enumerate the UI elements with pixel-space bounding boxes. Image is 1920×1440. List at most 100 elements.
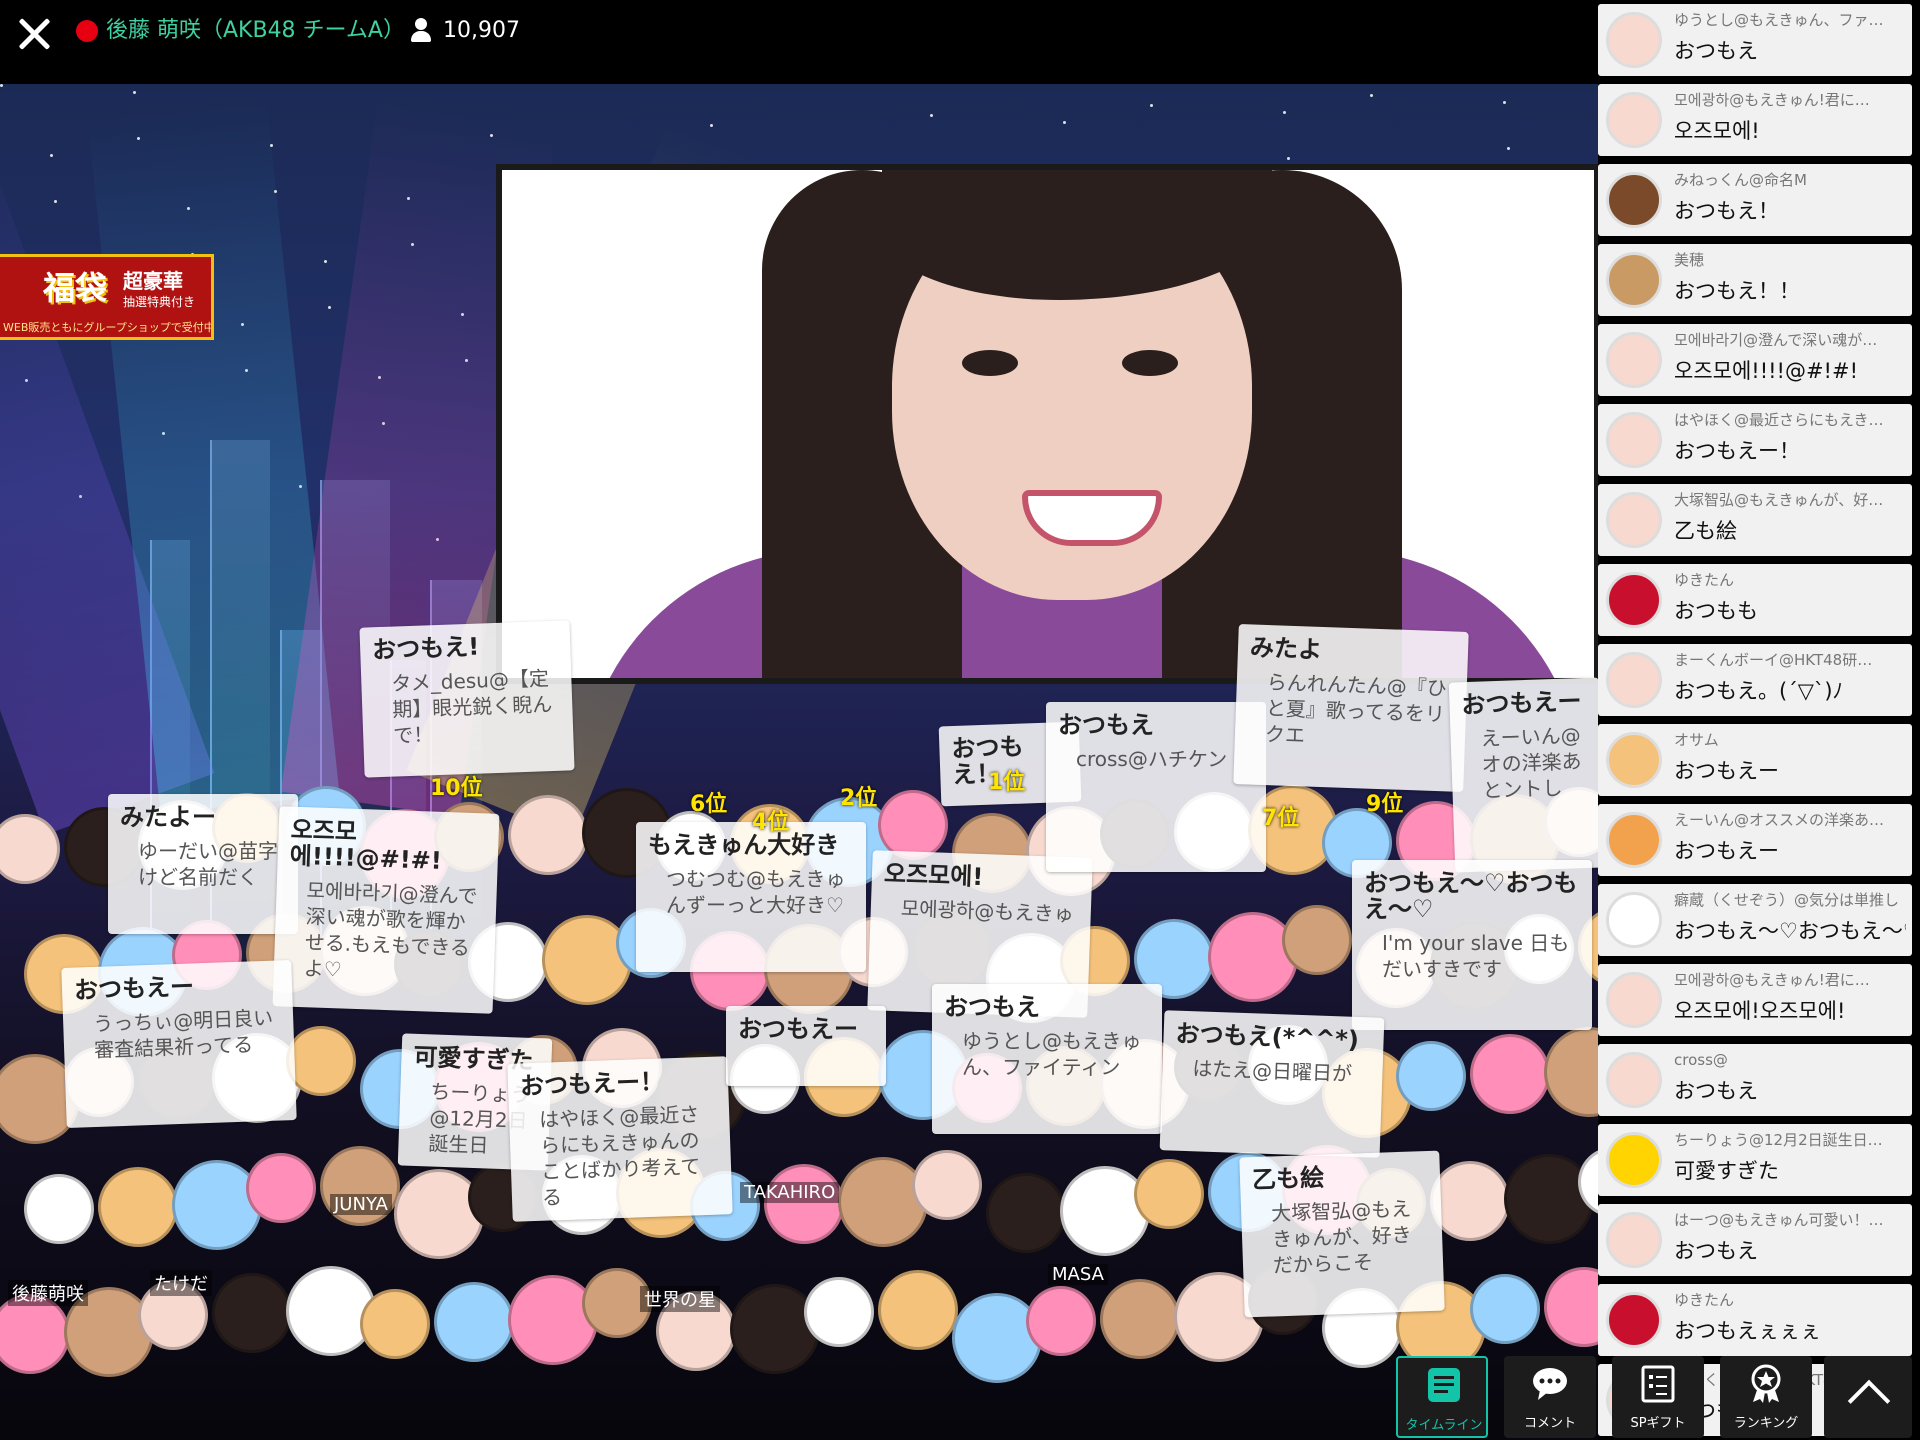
timeline-icon — [1428, 1368, 1460, 1402]
feed-comment[interactable]: 癖蔵（くせぞう）@気分は単推し おつもえ〜♡おつもえ〜♡ — [1598, 884, 1912, 956]
feed-comment[interactable]: はやほく@最近さらにもえき… おつもえー！ — [1598, 404, 1912, 476]
overlay-comment-text: おつもえー！ — [519, 1067, 665, 1101]
live-indicator-icon — [76, 20, 98, 42]
feed-comment[interactable]: みねっくん@命名M おつもえ！ — [1598, 164, 1912, 236]
feed-comment-text: おつもも — [1674, 599, 1758, 623]
feed-comment[interactable]: cross@ おつもえ — [1598, 1044, 1912, 1116]
viewer-count: 10,907 — [443, 18, 520, 43]
feed-comment[interactable]: はーつ@もえきゅん可愛い！… おつもえ — [1598, 1204, 1912, 1276]
banner-footer: WEB販売ともにグループショップで受付中! — [3, 321, 214, 334]
performer-eye-right — [1122, 350, 1178, 376]
feed-comment[interactable]: オサム おつもえー — [1598, 724, 1912, 796]
crowd-avatar — [764, 1164, 844, 1244]
avatar — [1606, 1292, 1662, 1348]
feed-comment-author: 美穂 — [1674, 251, 1705, 269]
crowd-name: 世界の星 — [640, 1286, 720, 1312]
overlay-comment: おつもえー えーいん@オの洋楽あとントし — [1448, 677, 1598, 873]
top-bar: 後藤 萌咲（AKB48 チームA） 10,907 — [0, 0, 1595, 84]
feed-comment[interactable]: えーいん@オススメの洋楽あ… おつもえー — [1598, 804, 1912, 876]
overlay-comment: 오즈모에!!!!@#!#! 모에바라기@澄んで深い魂が歌を輝かせる.もえもできるよ… — [272, 806, 500, 1014]
overlay-comment-text: おつもえ(*^^*) — [1175, 1019, 1360, 1054]
crowd-avatar — [1282, 905, 1352, 975]
overlay-comment-author: cross@ハチケン — [1076, 747, 1228, 771]
crowd-avatar — [912, 1150, 982, 1220]
comment-feed[interactable]: ゆうとし@もえきゅん、ファ… おつもえ 모에광하@もえきゅん!君に… 오즈모에! みねっ… — [1598, 0, 1920, 1440]
avatar — [1606, 1132, 1662, 1188]
overlay-comment-text: おつもえー — [73, 972, 195, 1005]
close-icon[interactable] — [12, 12, 56, 56]
overlay-comment-author: ゆーだい@苗字けど名前だく — [138, 839, 278, 889]
tab-timeline-label: タイムライン — [1405, 1418, 1483, 1433]
avatar — [1606, 572, 1662, 628]
crowd-name: TAKAHIRO — [740, 1182, 840, 1203]
avatar — [1606, 892, 1662, 948]
star — [324, 260, 327, 263]
feed-comment-author: はーつ@もえきゅん可愛い！… — [1674, 1211, 1884, 1229]
banner-note: 抽選特典付き — [123, 295, 196, 309]
crowd-avatar — [1470, 1274, 1540, 1344]
crowd-avatar — [1396, 1041, 1466, 1111]
feed-comment[interactable]: ゆきたん おつもえぇぇぇ — [1598, 1284, 1912, 1356]
feed-comment-author: 大塚智弘@もえきゅんが、好… — [1674, 491, 1884, 509]
promo-banner[interactable]: 福袋 超豪華 抽選特典付き WEB販売ともにグループショップで受付中! — [0, 254, 214, 340]
tab-comment[interactable]: コメント — [1504, 1356, 1596, 1438]
avatar — [1606, 732, 1662, 788]
crowd-avatar — [1544, 1267, 1598, 1347]
feed-comment[interactable]: 모에바라기@澄んで深い魂が… 오즈모에!!!!@#!#! — [1598, 324, 1912, 396]
tab-sp-gift[interactable]: SPギフト — [1612, 1356, 1704, 1438]
feed-comment[interactable]: 美穂 おつもえ！！ — [1598, 244, 1912, 316]
crowd-avatar — [986, 1173, 1066, 1253]
overlay-comment: みたよー ゆーだい@苗字けど名前だく — [108, 794, 298, 934]
overlay-comment-author: 大塚智弘@もえきゅんが、好きだからこそ — [1270, 1196, 1413, 1278]
avatar — [1606, 252, 1662, 308]
crowd-avatar — [246, 1153, 316, 1223]
banner-subtitle: 超豪華 — [123, 269, 183, 293]
overlay-comment-text: おつもえ — [1058, 711, 1154, 739]
overlay-comment: みたよらんれんたん@『ひと夏』歌ってるをリクエ — [1233, 624, 1469, 792]
crowd-name: MASA — [1048, 1264, 1108, 1285]
feed-comment-text: おつもえー — [1674, 839, 1779, 863]
overlay-comment: おつもえ cross@ハチケン — [1046, 702, 1266, 872]
tab-sp-gift-label: SPギフト — [1630, 1416, 1686, 1431]
crowd-name: JUNYA — [330, 1194, 392, 1215]
overlay-comment-text: おつもえ — [944, 993, 1040, 1021]
feed-comment-author: cross@ — [1674, 1051, 1728, 1069]
star — [54, 200, 57, 203]
feed-comment-author: ゆきたん — [1674, 1291, 1735, 1309]
feed-comment-text: おつもえ — [1674, 1079, 1758, 1103]
feed-comment-author: ちーりょう@12月2日誕生日… — [1674, 1131, 1883, 1149]
rank-label: 2位 — [840, 786, 878, 811]
avatar — [1606, 1212, 1662, 1268]
feed-comment[interactable]: ゆうとし@もえきゅん、ファ… おつもえ — [1598, 4, 1912, 76]
overlay-comment: おつもえ〜♡おつもえ〜♡ I'm your slave 日もだいすきです — [1352, 860, 1592, 1030]
star — [133, 91, 136, 94]
chevron-up-icon[interactable] — [1824, 1356, 1912, 1438]
crowd-avatar — [1134, 1159, 1204, 1229]
feed-comment-text: おつもえー — [1674, 759, 1779, 783]
crowd-avatar — [212, 1273, 292, 1353]
feed-comment[interactable]: 모에광하@もえきゅん!君に… 오즈모에! — [1598, 84, 1912, 156]
tab-ranking-label: ランキング — [1733, 1416, 1799, 1431]
rank-label: 6位 — [690, 792, 728, 817]
crowd-avatar — [286, 1026, 356, 1096]
feed-comment[interactable]: まーくんボーイ@HKT48研… おつもえ。(´▽`)ﾉ — [1598, 644, 1912, 716]
tab-ranking[interactable]: ランキング — [1720, 1356, 1812, 1438]
overlay-comment: 乙も絵 大塚智弘@もえきゅんが、好きだからこそ — [1239, 1150, 1445, 1318]
feed-comment-author: オサム — [1674, 731, 1719, 749]
feed-comment-text: 乙も絵 — [1674, 519, 1737, 543]
feed-comment[interactable]: ちーりょう@12月2日誕生日… 可愛すぎた — [1598, 1124, 1912, 1196]
feed-comment-text: 可愛すぎた — [1674, 1159, 1779, 1183]
tab-timeline[interactable]: タイムライン — [1396, 1356, 1488, 1438]
feed-comment[interactable]: ゆきたん おつもも — [1598, 564, 1912, 636]
avatar — [1606, 12, 1662, 68]
feed-comment[interactable]: 모에광하@もえきゅん!君に… 오즈모에!오즈모에! — [1598, 964, 1912, 1036]
feed-comment-text: 오즈모에!오즈모에! — [1674, 999, 1846, 1023]
overlay-comment: もえきゅん大好き つむつむ@もえきゅんずーっと大好き♡ — [636, 822, 866, 972]
feed-comment[interactable]: 大塚智弘@もえきゅんが、好… 乙も絵 — [1598, 484, 1912, 556]
overlay-comment-author: らんれんたん@『ひと夏』歌ってるをリクエ — [1264, 670, 1448, 748]
overlay-comment-text: みたよ — [1249, 633, 1323, 664]
sp-gift-icon — [1641, 1365, 1675, 1403]
star — [328, 306, 331, 309]
overlay-comment-text: 오즈모에!!!!@#!#! — [289, 815, 443, 875]
avatar — [1606, 92, 1662, 148]
